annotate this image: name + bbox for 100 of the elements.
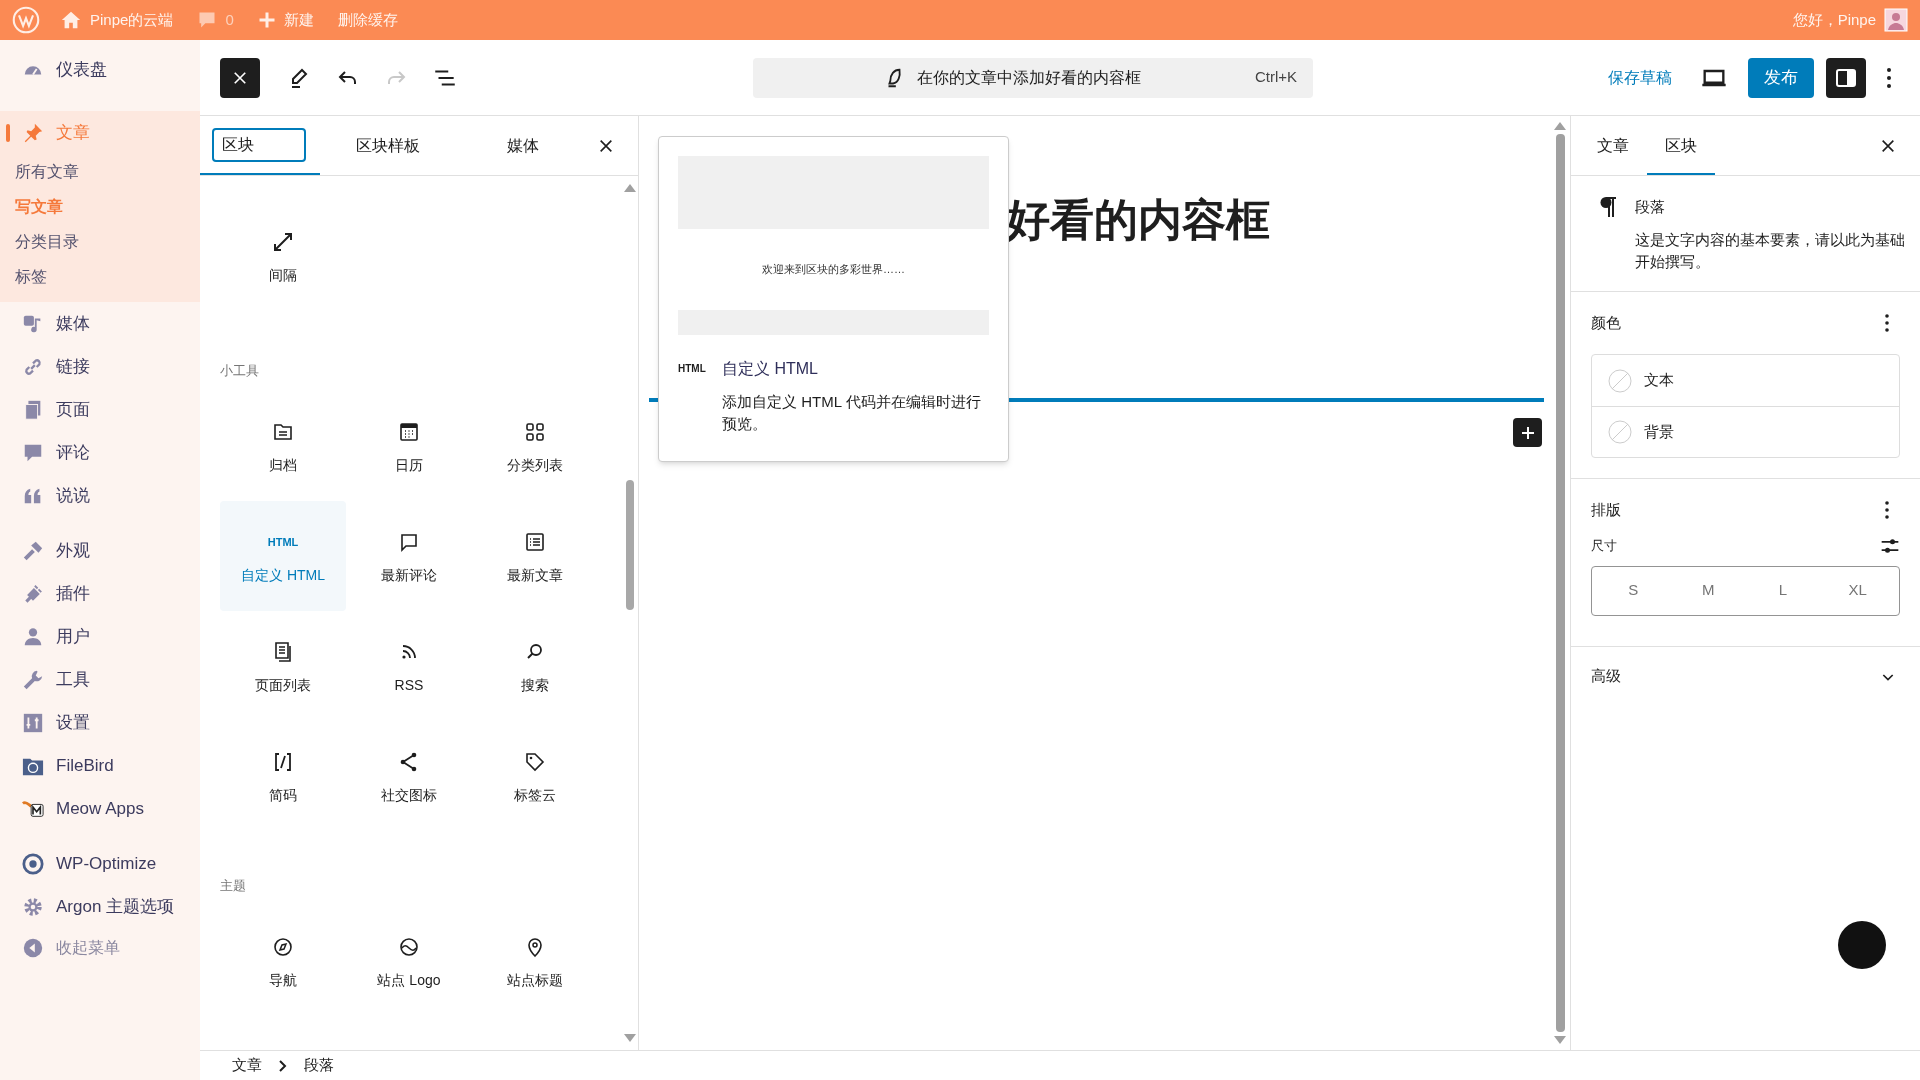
scroll-up-arrow-icon[interactable] (624, 184, 636, 192)
block-item[interactable]: 最新评论 (346, 501, 472, 611)
compass-icon (271, 935, 295, 959)
color-option[interactable]: 文本 (1592, 355, 1899, 406)
pin-icon (22, 121, 44, 144)
block-name: 段落 (1635, 197, 1666, 217)
more-options-icon[interactable] (1886, 66, 1892, 89)
scroll-down-arrow-icon[interactable] (1554, 1036, 1566, 1044)
menu-item[interactable]: 页面 (0, 388, 200, 431)
block-item[interactable]: 分类列表 (472, 391, 598, 501)
plus-icon (1519, 424, 1536, 441)
grid-icon (523, 420, 547, 444)
inserter-tab[interactable]: 媒体 (498, 128, 547, 163)
submenu-item[interactable]: 标签 (0, 259, 200, 294)
size-option[interactable]: L (1745, 566, 1821, 615)
menu-item[interactable]: FileBird (0, 744, 200, 787)
submenu-item[interactable]: 分类目录 (0, 224, 200, 259)
breadcrumb-link[interactable]: 文章 (232, 1054, 262, 1077)
menu-item[interactable]: 设置 (0, 701, 200, 744)
section-title: 颜色 (1591, 312, 1621, 333)
block-item[interactable]: 搜索 (472, 611, 598, 721)
advanced-panel-toggle[interactable]: 高级 (1571, 646, 1920, 707)
preview-text: 欢迎来到区块的多彩世界…… (762, 262, 905, 278)
block-item[interactable]: 标签云 (472, 721, 598, 831)
add-block-button[interactable] (1513, 418, 1542, 447)
block-item[interactable]: 最新文章 (472, 501, 598, 611)
menu-item[interactable]: 评论 (0, 431, 200, 474)
block-item[interactable]: 站点 Logo (346, 906, 472, 1016)
save-draft-button[interactable]: 保存草稿 (1596, 65, 1684, 90)
category-heading: 主题 (220, 877, 247, 896)
list-icon (523, 530, 547, 554)
post-title[interactable]: 好看的内容框 (1006, 198, 1270, 242)
block-description: 这是文字内容的基本要素，请以此为基础开始撰写。 (1635, 229, 1905, 272)
inserter-tab[interactable]: 区块样板 (347, 128, 428, 163)
chevron-right-icon (278, 1059, 288, 1072)
user-icon (22, 625, 44, 648)
block-item[interactable]: 间隔 (220, 201, 346, 311)
scrollbar-thumb[interactable] (1555, 134, 1565, 1032)
color-option[interactable]: 背景 (1592, 406, 1899, 457)
menu-item[interactable]: 外观 (0, 529, 200, 572)
command-bar[interactable]: 在你的文章中添加好看的内容框 Ctrl+K (753, 57, 1313, 98)
size-option[interactable]: XL (1820, 566, 1895, 615)
block-item[interactable]: RSS (346, 611, 472, 721)
more-options-icon[interactable] (1884, 500, 1890, 521)
shortcut-text: Ctrl+K (1254, 67, 1297, 88)
size-option[interactable]: M (1670, 566, 1746, 615)
size-option[interactable]: S (1596, 566, 1671, 615)
empty-swatch-icon (1608, 420, 1632, 444)
sidebar-tab[interactable]: 文章 (1579, 116, 1647, 175)
block-item[interactable]: 站点标题 (472, 906, 598, 1016)
block-item[interactable]: 日历 (346, 391, 472, 501)
block-item[interactable]: 页面列表 (220, 611, 346, 721)
block-item[interactable]: HTML 自定义 HTML (220, 501, 346, 611)
plug-icon (22, 582, 44, 605)
menu-item[interactable]: Meow Apps (0, 787, 200, 830)
menu-item[interactable]: 插件 (0, 572, 200, 615)
submenu-item[interactable]: 所有文章 (0, 154, 200, 189)
html-icon: HTML (267, 530, 299, 554)
sidebar-tab[interactable]: 区块 (1647, 116, 1715, 175)
comment-icon (197, 10, 218, 30)
resize-arrows-icon (271, 230, 295, 254)
close-icon[interactable] (1880, 137, 1896, 154)
menu-item[interactable]: WP-Optimize (0, 842, 200, 885)
settings-toggle-button[interactable] (1826, 57, 1866, 98)
paragraph-icon (1599, 196, 1617, 218)
category-heading: 小工具 (220, 362, 260, 381)
brush-icon (22, 539, 44, 562)
menu-item[interactable]: 说说 (0, 474, 200, 517)
scroll-down-arrow-icon[interactable] (624, 1034, 636, 1042)
tag-icon (523, 750, 547, 774)
section-title: 排版 (1591, 500, 1621, 520)
collapse-icon (22, 937, 44, 959)
block-item[interactable]: 归档 (220, 391, 346, 501)
breadcrumb-link[interactable]: 段落 (304, 1054, 334, 1077)
menu-item[interactable]: Argon 主题选项 (0, 885, 200, 928)
close-inserter-button[interactable] (220, 57, 260, 98)
plus-icon (257, 11, 276, 29)
menu-item[interactable]: 媒体 (0, 302, 200, 345)
avatar-icon[interactable] (1884, 8, 1908, 32)
block-item[interactable]: 社交图标 (346, 721, 472, 831)
circle-wave-icon (397, 935, 421, 959)
calendar-icon (397, 420, 421, 444)
block-title: 自定义 HTML (722, 359, 819, 379)
chat-launcher-button[interactable] (1838, 921, 1886, 969)
scroll-up-arrow-icon[interactable] (1554, 122, 1566, 130)
more-options-icon[interactable] (1884, 312, 1890, 333)
home-icon (60, 9, 82, 31)
publish-button[interactable]: 发布 (1748, 57, 1814, 98)
menu-item[interactable]: 工具 (0, 658, 200, 701)
empty-swatch-icon (1608, 368, 1632, 393)
field-label: 尺寸 (1591, 536, 1617, 555)
block-item[interactable]: 导航 (220, 906, 346, 1016)
inserter-tab[interactable]: 区块 (212, 127, 306, 162)
command-text: 在你的文章中添加好看的内容框 (916, 67, 1141, 88)
menu-item[interactable]: 链接 (0, 345, 200, 388)
scrollbar-thumb[interactable] (626, 480, 634, 610)
menu-item[interactable]: 用户 (0, 615, 200, 658)
menu-item[interactable]: 仪表盘 (0, 48, 200, 91)
close-icon[interactable] (598, 137, 614, 154)
block-item[interactable]: 简码 (220, 721, 346, 831)
